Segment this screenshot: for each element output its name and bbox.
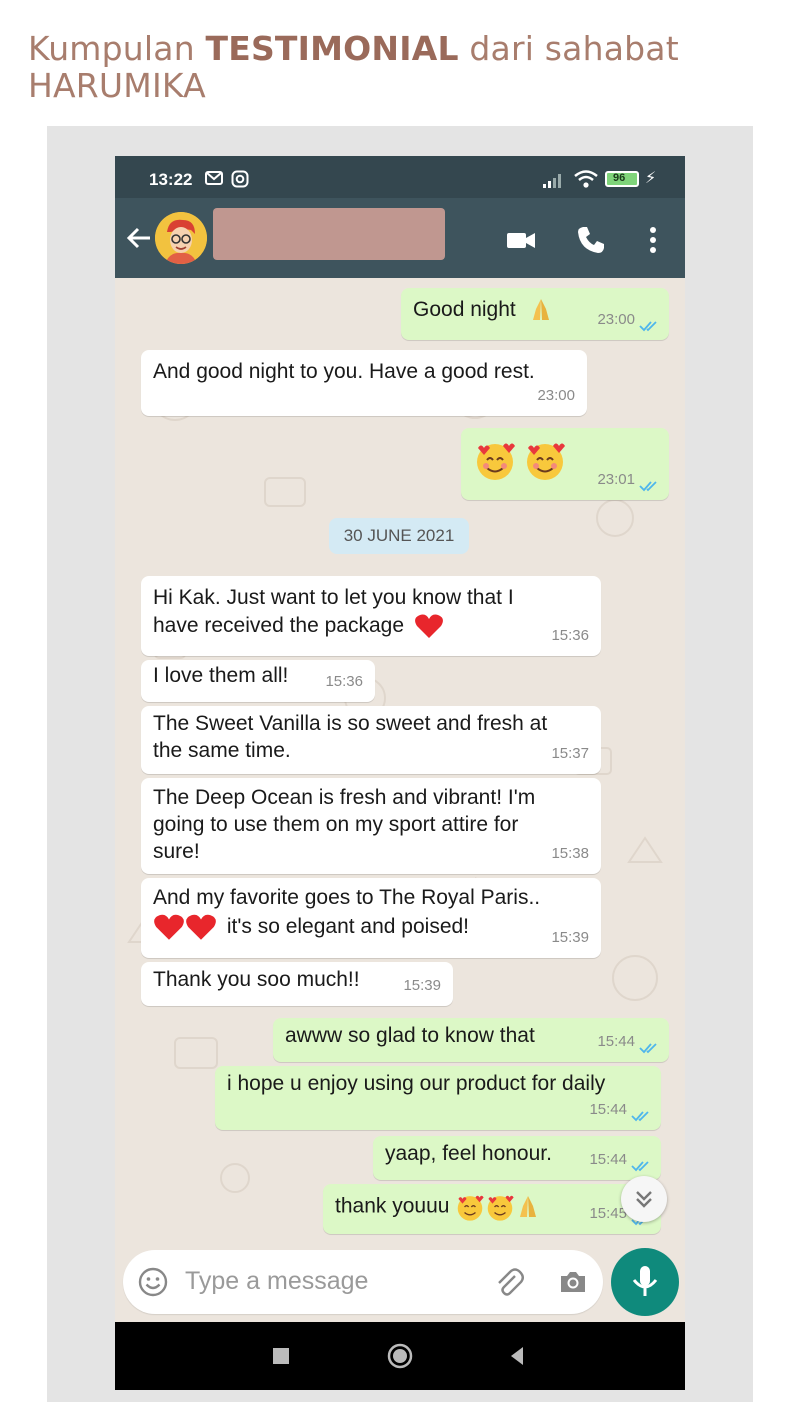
system-navigation-bar [115, 1322, 685, 1390]
message-input[interactable]: Type a message [185, 1267, 368, 1296]
voice-record-button[interactable] [611, 1248, 679, 1316]
message-bubble-incoming[interactable]: Hi Kak. Just want to let you know that I… [141, 576, 601, 656]
phone-screen: 13:22 96 ⚡ Good night 23:00 And good nig… [115, 156, 685, 1390]
message-text-cont: it's so elegant and poised! [226, 915, 470, 938]
message-text: Good night [413, 298, 516, 321]
microphone-icon [632, 1266, 658, 1296]
message-time: 15:36 [551, 627, 589, 644]
title-line2: HARUMIKA [28, 66, 206, 105]
double-check-icon [631, 1111, 649, 1122]
status-bar: 13:22 96 ⚡ [115, 156, 685, 198]
camera-icon[interactable] [557, 1266, 589, 1298]
message-time: 15:39 [551, 929, 589, 946]
red-heart-emoji-icon [186, 915, 216, 941]
message-bubble-incoming[interactable]: I love them all! 15:36 [141, 660, 375, 702]
folded-hands-emoji-icon [532, 299, 549, 321]
double-check-icon [639, 1043, 657, 1054]
double-check-icon [639, 481, 657, 492]
message-text: Hi Kak. Just want to let you know that I… [153, 586, 514, 637]
more-options-icon[interactable] [637, 224, 669, 256]
message-text: And good night to you. Have a good rest. [153, 360, 535, 383]
video-call-icon[interactable] [505, 224, 537, 256]
message-text: thank youuu [335, 1194, 450, 1218]
page-title: Kumpulan TESTIMONIAL dari sahabat HARUMI… [28, 30, 728, 104]
message-bubble-outgoing[interactable]: 23:01 [461, 428, 669, 500]
attach-icon[interactable] [493, 1266, 525, 1298]
chat-area[interactable]: Good night 23:00 And good night to you. … [115, 278, 685, 1238]
message-bubble-outgoing[interactable]: thank youuu 15:45 [323, 1184, 661, 1234]
message-bubble-incoming[interactable]: And good night to you. Have a good rest.… [141, 350, 587, 416]
message-text: And my favorite goes to The Royal Paris.… [153, 886, 541, 909]
charging-icon: ⚡ [645, 170, 657, 187]
status-time: 13:22 [149, 170, 193, 189]
message-time: 23:00 [537, 387, 575, 404]
double-check-icon [639, 321, 657, 332]
back-arrow-icon[interactable] [125, 224, 153, 252]
home-icon[interactable] [386, 1342, 414, 1370]
message-time: 15:37 [551, 745, 589, 762]
date-divider: 30 JUNE 2021 [329, 518, 469, 554]
smiling-face-with-hearts-emoji-icon [526, 443, 565, 480]
signal-icon [543, 174, 561, 188]
message-text: Thank you soo much!! [153, 968, 360, 991]
message-bubble-outgoing[interactable]: i hope u enjoy using our product for dai… [215, 1066, 661, 1130]
smiling-face-with-hearts-emoji-icon [477, 443, 515, 480]
red-heart-emoji-icon [414, 614, 443, 639]
double-check-icon [631, 1161, 649, 1172]
message-time: 23:00 [597, 311, 635, 328]
contact-avatar[interactable] [155, 212, 207, 264]
message-bubble-outgoing[interactable]: Good night 23:00 [401, 288, 669, 340]
red-heart-emoji-icon [154, 915, 184, 941]
title-pre: Kumpulan [28, 29, 206, 68]
message-time: 15:44 [597, 1033, 635, 1050]
message-time: 15:44 [589, 1101, 627, 1118]
message-bubble-incoming[interactable]: The Deep Ocean is fresh and vibrant! I'm… [141, 778, 601, 874]
message-bubble-incoming[interactable]: The Sweet Vanilla is so sweet and fresh … [141, 706, 601, 774]
message-bubble-incoming[interactable]: And my favorite goes to The Royal Paris.… [141, 878, 601, 958]
instagram-icon [231, 170, 249, 188]
recent-apps-icon[interactable] [267, 1342, 295, 1370]
message-text: The Sweet Vanilla is so sweet and fresh … [153, 712, 548, 762]
wifi-icon [574, 170, 598, 188]
smiling-face-with-hearts-emoji-icon [488, 1195, 514, 1221]
message-bubble-incoming[interactable]: Thank you soo much!! 15:39 [141, 962, 453, 1006]
message-time: 15:44 [589, 1151, 627, 1168]
phone-call-icon[interactable] [575, 224, 607, 256]
battery-level: 96 [613, 172, 626, 184]
contact-name-redacted[interactable] [213, 208, 445, 260]
message-time: 23:01 [597, 471, 635, 488]
gmail-icon [205, 171, 223, 185]
message-text: i hope u enjoy using our product for dai… [227, 1072, 606, 1095]
title-bold: TESTIMONIAL [205, 29, 459, 68]
message-bubble-outgoing[interactable]: awww so glad to know that 15:44 [273, 1018, 669, 1062]
smiling-face-with-hearts-emoji-icon [458, 1195, 484, 1221]
emoji-icon[interactable] [137, 1266, 169, 1298]
message-time: 15:36 [325, 673, 363, 690]
message-line2: it's so elegant and poised! [153, 913, 589, 941]
double-chevron-down-icon [636, 1191, 652, 1208]
folded-hands-emoji-icon [520, 1196, 537, 1217]
chat-header [115, 198, 685, 278]
title-post: dari sahabat [458, 29, 679, 68]
message-bubble-outgoing[interactable]: yaap, feel honour. 15:44 [373, 1136, 661, 1180]
back-icon[interactable] [503, 1342, 531, 1370]
avatar-cartoon-icon [155, 212, 207, 264]
message-time: 15:39 [403, 977, 441, 994]
message-text: The Deep Ocean is fresh and vibrant! I'm… [153, 786, 536, 863]
message-time: 15:38 [551, 845, 589, 862]
message-composer[interactable]: Type a message [123, 1250, 603, 1314]
scroll-to-bottom-button[interactable] [621, 1176, 667, 1222]
battery-icon: 96 [605, 171, 639, 187]
